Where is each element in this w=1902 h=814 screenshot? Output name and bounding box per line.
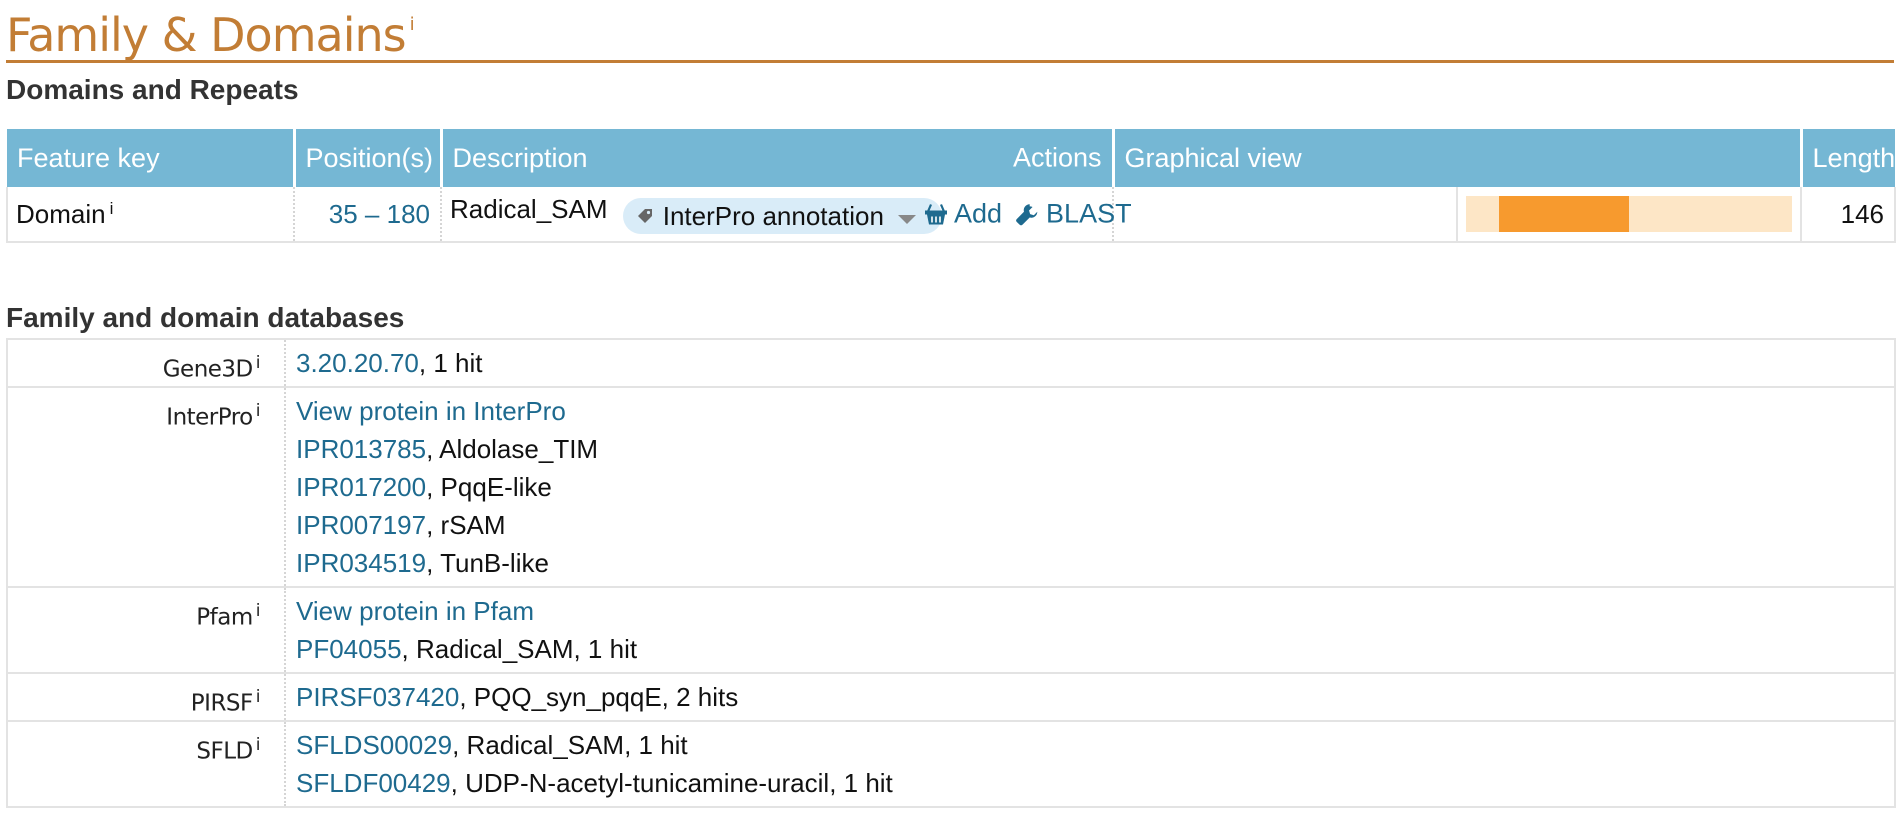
db-name-cell: InterPro i xyxy=(6,387,285,588)
interpro-annotation-dropdown[interactable]: InterPro annotation xyxy=(622,198,942,234)
family-db-row: InterPro i View protein in InterPro IPR0137… xyxy=(6,387,1896,588)
db-values-cell: View protein in Pfam PF04055, Radical_SAM… xyxy=(284,587,1896,674)
db-entry: SFLDF00429, UDP-N-acetyl-tunicamine-urac… xyxy=(296,764,1894,802)
db-entry: IPR007197, rSAM xyxy=(296,506,1894,544)
db-entry-link[interactable]: SFLDF00429 xyxy=(296,768,451,798)
db-entry-link[interactable]: PIRSF037420 xyxy=(296,682,459,712)
info-icon[interactable]: i xyxy=(256,601,261,621)
db-entry-text: , Radical_SAM, 1 hit xyxy=(401,634,638,664)
db-name-cell: SFLD i xyxy=(6,721,285,808)
db-entry: PF04055, Radical_SAM, 1 hit xyxy=(296,630,1894,668)
domains-table: Feature key Position(s) Description Acti… xyxy=(6,129,1897,243)
domain-feature-cell: Domain i xyxy=(6,187,294,243)
db-entry-text: , Aldolase_TIM xyxy=(426,434,599,464)
db-entry: 3.20.20.70, 1 hit xyxy=(296,344,1894,382)
db-entry-link[interactable]: SFLDS00029 xyxy=(296,730,452,760)
info-icon[interactable]: i xyxy=(256,353,261,373)
col-positions[interactable]: Position(s) xyxy=(292,129,441,187)
col-description-label: Description xyxy=(452,142,588,173)
info-icon[interactable]: i xyxy=(110,199,114,218)
db-entry-link[interactable]: IPR017200 xyxy=(296,472,426,502)
col-length[interactable]: Length xyxy=(1799,129,1895,187)
db-entry: IPR034519, TunB-like xyxy=(296,544,1894,582)
db-name-cell: Pfam i xyxy=(6,587,285,674)
domain-description: Radical_SAM xyxy=(450,194,608,224)
db-name-cell: PIRSF i xyxy=(6,673,285,722)
tag-icon xyxy=(637,209,652,223)
db-entry-text: , rSAM xyxy=(426,510,506,540)
family-db-row: Pfam i View protein in Pfam PF04055, Radica… xyxy=(6,587,1896,674)
domain-feature-label: Domain xyxy=(16,198,106,229)
db-entry-link[interactable]: PF04055 xyxy=(296,634,402,664)
db-entry-link[interactable]: 3.20.20.70 xyxy=(296,348,419,378)
families-heading: Family and domain databases xyxy=(6,302,405,333)
db-name-cell: Gene3D i xyxy=(6,338,285,388)
family-db-row: Gene3D i 3.20.20.70, 1 hit xyxy=(6,338,1896,388)
domain-length: 146 xyxy=(1840,198,1885,229)
db-name: Pfam xyxy=(196,604,253,631)
col-actions-label: Actions xyxy=(1012,142,1102,173)
db-entry-link[interactable]: IPR007197 xyxy=(296,510,426,540)
db-name: PIRSF xyxy=(190,690,253,717)
add-to-basket-button[interactable]: Add xyxy=(924,199,1002,230)
db-entry-text: , TunB-like xyxy=(426,548,549,578)
db-entry-link[interactable]: IPR034519 xyxy=(296,548,426,578)
col-description[interactable]: Description Actions xyxy=(439,129,1113,187)
db-entry: View protein in InterPro xyxy=(296,392,1894,430)
db-name: SFLD xyxy=(196,738,253,765)
db-entry-text: , Radical_SAM, 1 hit xyxy=(452,730,688,760)
db-entry-text: , PQQ_syn_pqqE, 2 hits xyxy=(459,682,739,712)
db-entry-link[interactable]: IPR013785 xyxy=(296,434,426,464)
db-entry-text: , 1 hit xyxy=(418,348,483,378)
db-entry: PIRSF037420, PQQ_syn_pqqE, 2 hits xyxy=(296,678,1894,716)
db-entry: SFLDS00029, Radical_SAM, 1 hit xyxy=(296,726,1894,764)
domain-position-cell: 35 – 180 xyxy=(293,187,441,243)
db-name: Gene3D xyxy=(162,356,254,383)
blast-button[interactable]: BLAST xyxy=(1014,199,1132,230)
chevron-down-icon xyxy=(897,214,916,224)
info-icon[interactable]: i xyxy=(256,735,261,755)
domain-actions-cell: Add BLAST xyxy=(925,187,1457,243)
db-entry-link[interactable]: View protein in Pfam xyxy=(296,596,534,626)
family-databases-table: Gene3D i 3.20.20.70, 1 hit InterPro i View pr… xyxy=(6,338,1896,808)
info-icon[interactable]: i xyxy=(256,401,261,421)
section-title: Family & Domains i xyxy=(6,8,415,62)
position-link[interactable]: 35 – 180 xyxy=(329,199,430,229)
blast-label: BLAST xyxy=(1046,198,1132,229)
db-entry-link[interactable]: View protein in InterPro xyxy=(296,396,566,426)
domain-graphical-cell xyxy=(1455,187,1802,243)
interpro-annotation-label: InterPro annotation xyxy=(662,200,884,231)
info-icon[interactable]: i xyxy=(410,14,415,35)
col-feature-key[interactable]: Feature key xyxy=(7,129,294,187)
db-entry: IPR013785, Aldolase_TIM xyxy=(296,430,1894,468)
db-values-cell: SFLDS00029, Radical_SAM, 1 hit SFLDF00429… xyxy=(284,721,1896,808)
col-graphical-view[interactable]: Graphical view xyxy=(1111,129,1802,187)
domains-header-row: Feature key Position(s) Description Acti… xyxy=(7,129,1895,187)
domain-length-cell: 146 xyxy=(1800,187,1897,243)
db-entry: IPR017200, PqqE-like xyxy=(296,468,1894,506)
section-title-text: Family & Domains xyxy=(6,8,407,62)
section-divider xyxy=(6,60,1894,63)
db-name: InterPro xyxy=(166,404,253,431)
db-values-cell: PIRSF037420, PQQ_syn_pqqE, 2 hits xyxy=(284,673,1896,722)
add-label: Add xyxy=(954,198,1003,229)
wrench-icon xyxy=(1016,203,1038,225)
family-db-row: PIRSF i PIRSF037420, PQQ_syn_pqqE, 2 hits xyxy=(6,673,1896,722)
domain-bar[interactable] xyxy=(1498,196,1629,232)
db-entry-text: , PqqE-like xyxy=(426,472,552,502)
domain-row: Domain i 35 – 180 Radical_SAM InterPro an… xyxy=(6,187,1897,243)
graphical-view-track xyxy=(1466,196,1793,232)
domains-heading: Domains and Repeats xyxy=(6,74,299,105)
db-entry-text: , UDP-N-acetyl-tunicamine-uracil, 1 hit xyxy=(450,768,893,798)
db-values-cell: View protein in InterPro IPR013785, Aldol… xyxy=(284,387,1896,588)
info-icon[interactable]: i xyxy=(256,687,261,707)
db-values-cell: 3.20.20.70, 1 hit xyxy=(284,338,1896,388)
family-db-row: SFLD i SFLDS00029, Radical_SAM, 1 hit SFLDF… xyxy=(6,721,1896,808)
basket-icon xyxy=(925,203,947,224)
db-entry: View protein in Pfam xyxy=(296,592,1894,630)
